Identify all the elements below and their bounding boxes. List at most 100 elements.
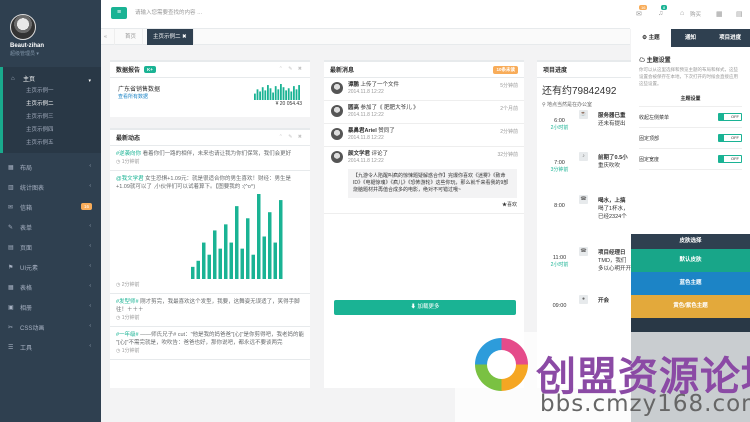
feed-user[interactable]: #逆袭向你 [116,151,141,157]
skin-header: 皮肤选择 [631,234,750,249]
sidebar-item[interactable]: ▦ 布局 ‹ [0,157,101,177]
toggle-switch[interactable]: OFF [718,113,742,121]
panel-header: 数据报告 K+ ⌃ ✎ ✖ [110,62,310,78]
theme-settings: ☁ 主题设置 你可以从这里选择和预览主题的布局和样式，这些设置会被保存在本地，下… [631,47,750,234]
tasks-icon[interactable]: ▤ [736,10,743,18]
window-icon[interactable]: ▦ [716,10,723,18]
sidebar-item[interactable]: ✂ CSS动画 ‹ [0,317,101,337]
feed-time: ◷ 1分钟前 [116,315,140,321]
feed-item: #发型师# 刚才剪完，我最喜欢这个发型，我要，这舞姿无误适了，笑得手脚往！＋＋＋… [110,294,310,327]
nav-icon: ✎ [8,224,14,231]
spark-bar [285,90,287,100]
panel-title: 最新动态 [116,136,141,142]
mail-icon[interactable]: ✉ [636,10,642,18]
skin-option[interactable]: 黄色/紫色主题 [631,295,750,318]
avatar[interactable] [10,14,36,40]
bell-icon[interactable]: ♫ [658,10,663,17]
tab-notify[interactable]: 通知 [671,29,711,47]
chart-bar [262,236,266,279]
menu-toggle-button[interactable]: ≡ [111,7,127,19]
sidebar-subitem[interactable]: 主页示例三 [3,111,101,124]
sidebar-item-label: 布局 [20,165,33,172]
sidebar-item[interactable]: ▤ 页面 ‹ [0,237,101,257]
panel-tools[interactable]: ⌃ ✎ ✖ [279,134,304,140]
timeline-icon: ☎ [579,195,588,204]
tab-home[interactable]: 首页 [119,29,144,45]
chevron-left-icon: ‹ [89,263,91,269]
panel-tools[interactable]: ⌃ ✎ ✖ [279,66,304,72]
chevron-left-icon: ‹ [89,303,91,309]
message-item[interactable]: 谭鹏 上传了一个文件 2014.11.8 12:22 5分钟前 [324,78,524,101]
message-author[interactable]: 颜文学君 [348,151,370,157]
toggle-switch[interactable]: OFF [718,155,742,163]
user-name[interactable]: Beaut-zihan [10,43,101,49]
nav-icon: ⚑ [8,264,14,271]
cart-icon[interactable]: ⌂ [680,10,684,17]
sidebar-item[interactable]: ✉ 信箱 16 [0,197,101,217]
top-bar: ≡ 请输入您需要查找的内容 … [101,0,630,29]
home-icon: ⌂ [11,75,15,82]
message-item[interactable]: 圆高 参加了《 肥肥大爷儿 》 2014.11.8 12:22 2个月前 [324,101,524,124]
progress-location: ⚲ 地点当然是在办公室 [542,102,593,108]
bell-badge: 8 [661,5,668,10]
nav-icon: ▦ [8,284,14,291]
sidebar-item-label: 相册 [20,305,33,312]
message-author[interactable]: 谭鹏 [348,82,361,88]
skin-option[interactable]: 默认皮肤 [631,249,750,272]
tab-current[interactable]: 主页示例二 ✖ [147,29,194,45]
message-author[interactable]: 圆高 [348,105,359,111]
spark-bar [274,86,277,100]
chart-bar [257,194,261,279]
chevron-left-icon: ‹ [89,323,91,329]
like-button[interactable]: ★喜欢 [348,202,517,209]
sidebar-subitem[interactable]: 主页示例四 [3,124,101,137]
skin-option[interactable]: 蓝色主题 [631,272,750,295]
sidebar-subitem[interactable]: 主页示例二 [3,98,101,111]
nav-group-home: ⌂ 主页 ▾ 主页示例一 主页示例二 主页示例三 主页示例四 主页示例五 [0,67,101,153]
nav-icon: ▤ [8,244,14,251]
sidebar-item[interactable]: ▣ 相册 ‹ [0,297,101,317]
tab-theme[interactable]: ⚙ 主题 [631,29,671,47]
nav-icon: ✂ [8,324,14,331]
sidebar-item[interactable]: ✎ 表单 ‹ [0,217,101,237]
spark-bar [264,90,267,100]
user-role[interactable]: 超级管理员 ▾ [10,50,101,57]
buy-link[interactable]: 购买 [690,10,701,18]
message-item[interactable]: 颜文学君 评论了 2014.11.8 12:22 【九游令人陷醒叫疯的惊悚题疑解惑合… [324,147,524,214]
feed-item: @我文学君 女生恐惧+1.09元：就是很适合你的男生喜欢！财经：男生是+1.09… [110,171,310,294]
feed-user[interactable]: #发型师# [116,299,139,305]
message-list: 谭鹏 上传了一个文件 2014.11.8 12:22 5分钟前 圆高 参加了《 肥肥大… [324,78,524,214]
toggle-switch[interactable]: OFF [718,134,742,142]
timeline: 6:00 2小时前 ☕ 服务器已重 还未有提出 7:00 3分钟前 ♪ 前期了0.5小 重庆吹吹 8… [537,108,632,368]
timeline-time: 11:00 2小时前 [537,255,582,268]
sidebar-item-home[interactable]: ⌂ 主页 ▾ [3,72,101,85]
sidebar-item[interactable]: ▥ 统计图表 ‹ [0,177,101,197]
message-item[interactable]: 暴鼻君Ariel 赞同了 2014.11.8 12:22 2分钟前 [324,124,524,147]
sidebar-item[interactable]: ☰ 工具 ‹ [0,337,101,357]
chart-bar [191,266,195,279]
feed-text: 刚才剪完，我最喜欢这个发型，我要，这舞姿无误适了，笑得手脚往！＋＋＋ [116,299,300,313]
feed-text: ——师氏兄子# cut："他是我的妈爸爸"[心]"是你剪得吧，我老妈的能 "[心… [116,332,304,346]
sidebar-item[interactable]: ▦ 表格 ‹ [0,277,101,297]
chart-bar [279,200,283,279]
tab-scroll-left[interactable]: « [101,29,115,45]
sidebar-item[interactable]: ⚑ UI元素 ‹ [0,257,101,277]
panel-label: K+ [144,66,156,73]
tab-progress[interactable]: 项目进度 [710,29,750,47]
timeline-text: 前期了0.5小 重庆吹吹 [598,154,628,170]
chart-bar [235,206,239,279]
feed-user[interactable]: #一年级# [116,332,139,338]
setting-option: 固定顶部 OFF [639,128,742,149]
message-author[interactable]: 暴鼻君Ariel [348,128,377,134]
sidebar-item-label: 信箱 [20,205,33,212]
sidebar-subitem[interactable]: 主页示例一 [3,85,101,98]
chart-bar [218,248,222,279]
feed-user[interactable]: @我文学君 [116,176,144,182]
load-more-button[interactable]: ⬇ 加载更多 [334,300,516,315]
feed-item: #一年级# ——师氏兄子# cut："他是我的妈爸爸"[心]"是你剪得吧，我老妈… [110,327,310,360]
message-ago: 2个月前 [500,106,518,112]
timeline-text: 项目经理日 TMD，我们 多以心明开开 [598,249,631,273]
sidebar-subitem[interactable]: 主页示例五 [3,137,101,150]
search-input[interactable]: 请输入您需要查找的内容 … [135,8,203,16]
spark-bar [293,86,295,100]
